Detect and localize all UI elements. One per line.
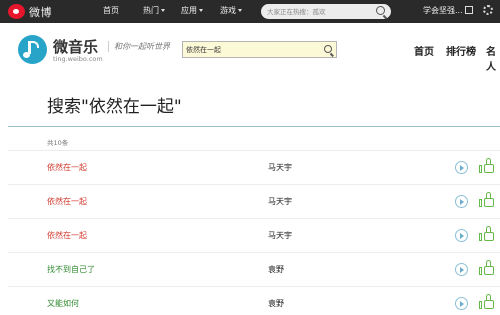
music-search-value: 依然在一起	[186, 46, 221, 54]
weibo-nav-home[interactable]: 首页	[103, 5, 119, 16]
music-domain: ting.weibo.com	[53, 55, 103, 63]
weibo-search-placeholder: 大家正在热搜：孤欢	[267, 8, 326, 16]
page: 微博 首页 热门 应用 游戏 大家正在热搜：孤欢 学会坚强... 微音乐 tin…	[0, 0, 500, 315]
edit-icon[interactable]	[465, 6, 473, 14]
song-title-link[interactable]: 依然在一起	[47, 162, 87, 173]
weibo-logo-text: 微博	[29, 5, 52, 19]
play-icon[interactable]	[455, 229, 468, 242]
song-title-link[interactable]: 找不到自己了	[47, 264, 95, 275]
like-icon[interactable]	[479, 157, 495, 175]
chevron-down-icon	[161, 9, 165, 12]
music-note-icon[interactable]	[18, 35, 47, 64]
search-icon[interactable]	[376, 6, 385, 15]
result-count: 共10条	[47, 139, 69, 147]
result-row: 找不到自己了 袁野	[8, 252, 500, 286]
artist-link[interactable]: 袁野	[268, 298, 284, 309]
divider	[8, 126, 500, 127]
result-row: 依然在一起 马天宇	[8, 150, 500, 184]
result-row: 依然在一起 马天宇	[8, 218, 500, 252]
artist-link[interactable]: 马天宇	[268, 230, 292, 241]
user-name-link[interactable]: 学会坚强...	[423, 5, 463, 16]
music-nav-charts[interactable]: 排行榜	[446, 43, 476, 58]
play-icon[interactable]	[455, 161, 468, 174]
weibo-search-input[interactable]: 大家正在热搜：孤欢	[261, 4, 391, 19]
song-title-link[interactable]: 依然在一起	[47, 230, 87, 241]
weibo-nav-games[interactable]: 游戏	[220, 5, 242, 16]
like-icon[interactable]	[479, 293, 495, 311]
result-row: 又能如何 袁野	[8, 286, 500, 315]
music-header: 微音乐 ting.weibo.com 和你一起听世界 依然在一起 首页 排行榜 …	[0, 23, 500, 78]
chevron-down-icon	[199, 9, 203, 12]
weibo-eye-icon	[8, 4, 25, 19]
result-row: 依然在一起 马天宇	[8, 184, 500, 218]
artist-link[interactable]: 马天宇	[268, 196, 292, 207]
weibo-nav-hot[interactable]: 热门	[143, 5, 165, 16]
music-search-input[interactable]: 依然在一起	[182, 41, 337, 58]
music-nav-celebrities[interactable]: 名人	[486, 43, 500, 73]
artist-link[interactable]: 马天宇	[268, 162, 292, 173]
like-icon[interactable]	[479, 191, 495, 209]
weibo-logo[interactable]: 微博	[8, 3, 52, 20]
play-icon[interactable]	[455, 297, 468, 310]
play-icon[interactable]	[455, 195, 468, 208]
like-icon[interactable]	[479, 225, 495, 243]
play-icon[interactable]	[455, 263, 468, 276]
weibo-top-bar: 微博 首页 热门 应用 游戏 大家正在热搜：孤欢 学会坚强...	[0, 0, 500, 23]
weibo-nav-apps[interactable]: 应用	[181, 5, 203, 16]
page-title: 搜索"依然在一起"	[47, 97, 182, 117]
artist-link[interactable]: 袁野	[268, 264, 284, 275]
song-title-link[interactable]: 依然在一起	[47, 196, 87, 207]
gear-icon[interactable]	[483, 5, 493, 15]
music-nav-home[interactable]: 首页	[414, 43, 434, 58]
search-icon[interactable]	[324, 45, 332, 53]
song-title-link[interactable]: 又能如何	[47, 298, 79, 309]
music-slogan: 和你一起听世界	[108, 41, 170, 52]
chevron-down-icon	[238, 9, 242, 12]
music-brand[interactable]: 微音乐	[53, 36, 98, 57]
like-icon[interactable]	[479, 259, 495, 277]
